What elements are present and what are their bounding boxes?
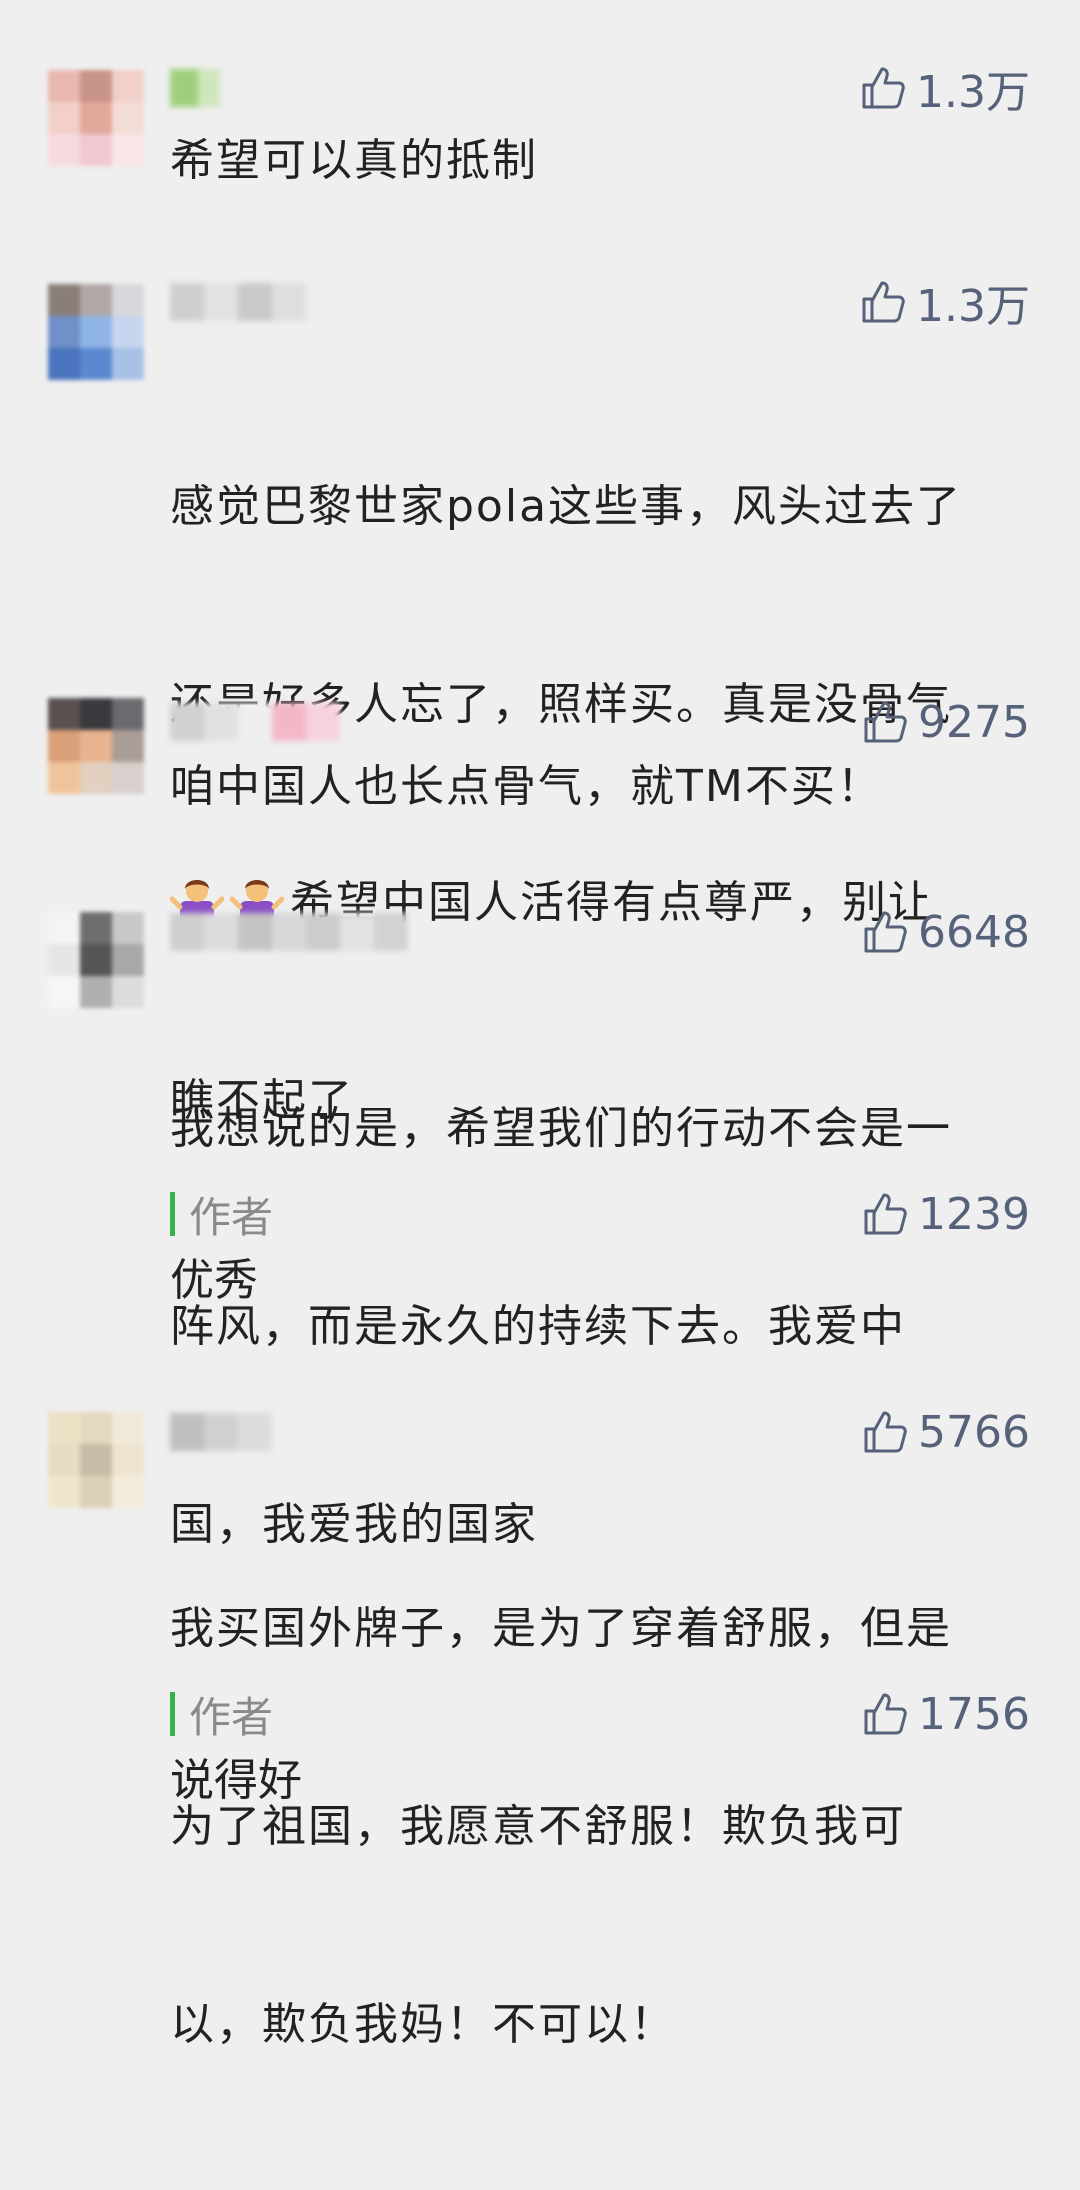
comment-text-line: 以，欺负我妈！不可以！	[170, 1999, 676, 2050]
thumbs-up-icon	[860, 1689, 910, 1739]
like-count: 1239	[918, 1188, 1030, 1240]
author-reply-tag: 作者	[170, 1690, 273, 1742]
avatar[interactable]	[48, 284, 144, 380]
thumbs-up-icon	[860, 1189, 910, 1239]
username[interactable]	[170, 910, 408, 954]
like-button[interactable]: 1.3万	[858, 274, 1030, 332]
author-tag-bar	[170, 1192, 175, 1236]
author-tag-label: 作者	[189, 1692, 274, 1742]
like-count: 1.3万	[916, 281, 1030, 332]
comment-text-line: 我买国外牌子，是为了穿着舒服，但是	[170, 1603, 952, 1654]
like-count: 1756	[918, 1688, 1030, 1740]
like-count: 1.3万	[916, 67, 1030, 118]
reply-text: 优秀	[170, 1255, 258, 1306]
username[interactable]	[170, 280, 306, 324]
like-button[interactable]: 6648	[860, 904, 1030, 960]
thumbs-up-icon	[860, 1407, 910, 1457]
comment-text-line: 阵风，而是永久的持续下去。我爱中	[170, 1301, 906, 1352]
avatar[interactable]	[48, 698, 144, 794]
like-button[interactable]: 9275	[860, 694, 1030, 750]
username[interactable]	[170, 700, 340, 744]
username[interactable]	[170, 1410, 272, 1454]
avatar[interactable]	[48, 1412, 144, 1508]
avatar[interactable]	[48, 70, 144, 166]
username[interactable]	[170, 66, 220, 110]
like-count: 5766	[918, 1406, 1030, 1458]
avatar[interactable]	[48, 912, 144, 1008]
author-tag-bar	[170, 1692, 175, 1736]
thumbs-up-icon	[860, 697, 910, 747]
comment-text-line: 感觉巴黎世家pola这些事，风头过去了	[170, 481, 963, 532]
reply-like-button[interactable]: 1239	[860, 1186, 1030, 1242]
comment-text: 希望可以真的抵制	[170, 135, 538, 186]
like-button[interactable]: 5766	[860, 1404, 1030, 1460]
reply-like-button[interactable]: 1756	[860, 1686, 1030, 1742]
comment-text-line: 我想说的是，希望我们的行动不会是一	[170, 1103, 952, 1154]
comment-text: 咱中国人也长点骨气，就TM不买！	[170, 761, 883, 812]
like-count: 6648	[918, 906, 1030, 958]
like-button[interactable]: 1.3万	[858, 60, 1030, 118]
reply-text: 说得好	[170, 1755, 302, 1806]
comment-text: 我买国外牌子，是为了穿着舒服，但是 为了祖国，我愿意不舒服！欺负我可 以，欺负我…	[170, 1464, 1025, 2190]
thumbs-up-icon	[858, 63, 908, 113]
thumbs-up-icon	[860, 907, 910, 957]
author-tag-label: 作者	[189, 1192, 274, 1242]
author-reply-tag: 作者	[170, 1190, 273, 1242]
like-count: 9275	[918, 696, 1030, 748]
thumbs-up-icon	[858, 277, 908, 327]
